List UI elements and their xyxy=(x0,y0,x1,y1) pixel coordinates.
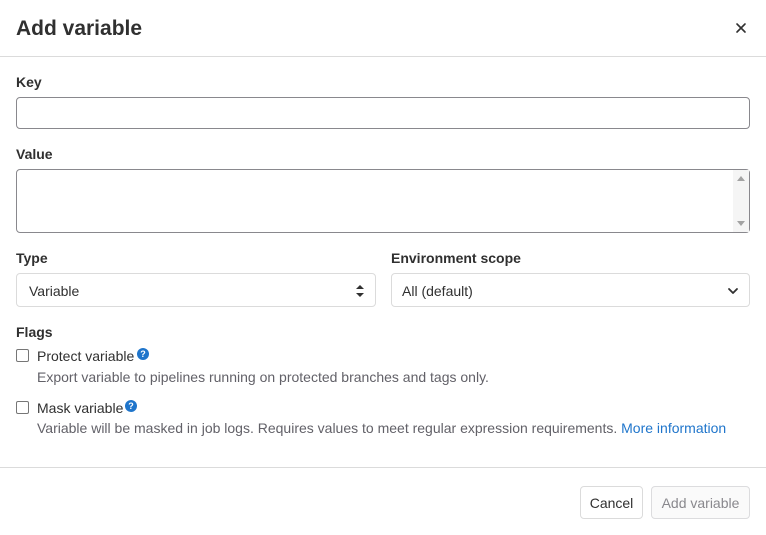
chevron-down-icon xyxy=(728,288,738,294)
type-select-value: Variable xyxy=(29,283,80,299)
protect-variable-description: Export variable to pipelines running on … xyxy=(37,369,489,385)
type-label: Type xyxy=(16,250,48,266)
mask-description-text: Variable will be masked in job logs. Req… xyxy=(37,420,618,436)
flags-label: Flags xyxy=(16,324,53,340)
protect-variable-checkbox[interactable] xyxy=(16,349,29,362)
more-information-link[interactable]: More information xyxy=(621,420,726,436)
environment-scope-label: Environment scope xyxy=(391,250,521,266)
key-label: Key xyxy=(16,74,42,90)
scroll-up-icon[interactable] xyxy=(737,176,745,181)
type-select[interactable]: Variable xyxy=(16,273,376,307)
protect-variable-label[interactable]: Protect variable xyxy=(37,348,134,364)
sort-caret-icon xyxy=(356,285,364,297)
modal-header: Add variable xyxy=(0,0,766,57)
close-icon xyxy=(736,23,746,33)
add-variable-button[interactable]: Add variable xyxy=(651,486,750,519)
cancel-button[interactable]: Cancel xyxy=(580,486,643,519)
question-circle-icon[interactable]: ? xyxy=(125,400,137,412)
add-variable-modal: Add variable Key Value Type Variable Env… xyxy=(0,0,766,535)
value-textarea[interactable] xyxy=(16,169,750,233)
scroll-down-icon[interactable] xyxy=(737,221,745,226)
question-circle-icon[interactable]: ? xyxy=(137,348,149,360)
value-label: Value xyxy=(16,146,53,162)
textarea-scrollbar[interactable] xyxy=(733,170,749,232)
modal-footer: Cancel Add variable xyxy=(0,467,766,535)
environment-scope-value: All (default) xyxy=(402,283,473,299)
mask-variable-checkbox[interactable] xyxy=(16,401,29,414)
mask-variable-label[interactable]: Mask variable xyxy=(37,400,123,416)
modal-title: Add variable xyxy=(16,17,143,40)
mask-variable-description: Variable will be masked in job logs. Req… xyxy=(37,420,726,436)
environment-scope-dropdown[interactable]: All (default) xyxy=(391,273,750,307)
key-input[interactable] xyxy=(16,97,750,129)
close-button[interactable] xyxy=(730,17,752,39)
